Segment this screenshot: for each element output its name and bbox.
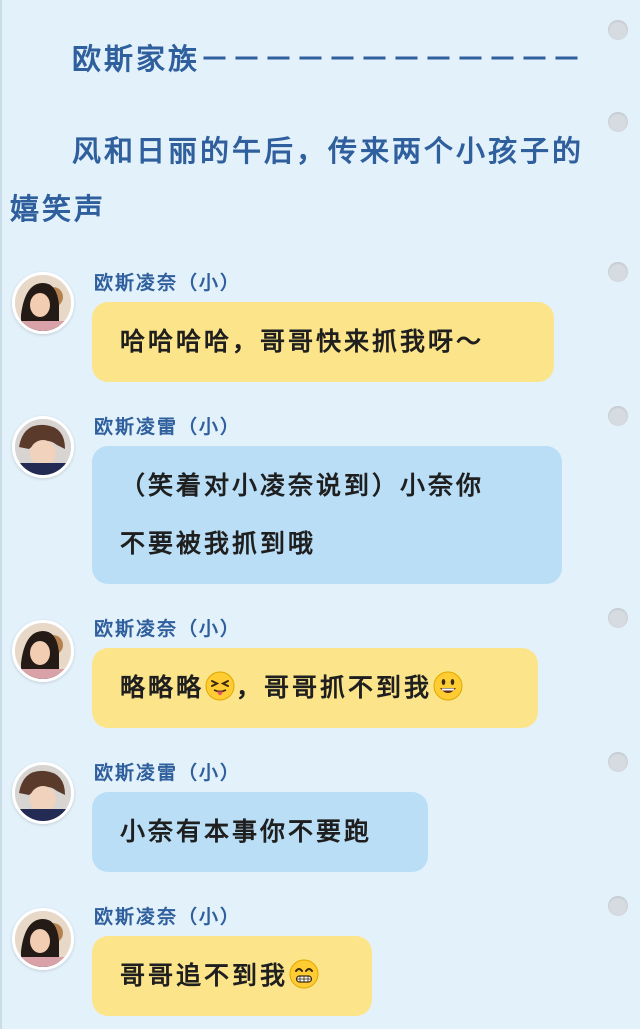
message-text: 哥哥追不到我 <box>120 961 289 990</box>
binder-hole <box>608 608 628 628</box>
girl-avatar <box>12 620 74 682</box>
message-text: 不要被我抓到哦 <box>120 529 317 558</box>
narration-line: 风和日丽的午后，传来两个小孩子的 <box>72 134 585 168</box>
message-bubble: 哈哈哈哈，哥哥快来抓我呀～ <box>92 302 554 382</box>
binder-hole <box>608 752 628 772</box>
beaming-smile-emoji-icon <box>289 959 319 989</box>
grinning-emoji-icon <box>433 671 463 701</box>
girl-avatar <box>12 272 74 334</box>
narration-heading: 欧斯家族－－－－－－－－－－－－ <box>72 42 585 76</box>
message-text: ，哥哥抓不到我 <box>236 673 433 702</box>
message-bubble: 哥哥追不到我 <box>92 936 372 1016</box>
message-text: 小奈有本事你不要跑 <box>120 817 373 846</box>
message-text: （笑着对小凌奈说到）小奈你 <box>120 471 485 500</box>
binder-holes <box>600 0 640 1029</box>
speaker-name: 欧斯凌奈（小） <box>94 906 242 928</box>
squinting-tongue-emoji-icon <box>205 671 235 701</box>
message-text: 哈哈哈哈，哥哥快来抓我呀～ <box>120 327 485 356</box>
speaker-name: 欧斯凌奈（小） <box>94 618 242 640</box>
binder-hole <box>608 406 628 426</box>
speaker-name: 欧斯凌雷（小） <box>94 416 242 438</box>
binder-hole <box>608 20 628 40</box>
notebook-page: 欧斯家族－－－－－－－－－－－－ 风和日丽的午后，传来两个小孩子的 嬉笑声 欧斯… <box>0 0 640 1029</box>
page-left-border <box>0 0 2 1029</box>
speaker-name: 欧斯凌雷（小） <box>94 762 242 784</box>
girl-avatar <box>12 908 74 970</box>
binder-hole <box>608 112 628 132</box>
message-bubble: （笑着对小凌奈说到）小奈你 不要被我抓到哦 <box>92 446 562 584</box>
message-bubble: 略略略 ，哥哥抓不到我 <box>92 648 538 728</box>
boy-avatar <box>12 762 74 824</box>
message-bubble: 小奈有本事你不要跑 <box>92 792 428 872</box>
boy-avatar <box>12 416 74 478</box>
binder-hole <box>608 896 628 916</box>
binder-hole <box>608 262 628 282</box>
message-text: 略略略 <box>120 673 205 702</box>
narration-line: 嬉笑声 <box>10 192 107 226</box>
speaker-name: 欧斯凌奈（小） <box>94 272 242 294</box>
